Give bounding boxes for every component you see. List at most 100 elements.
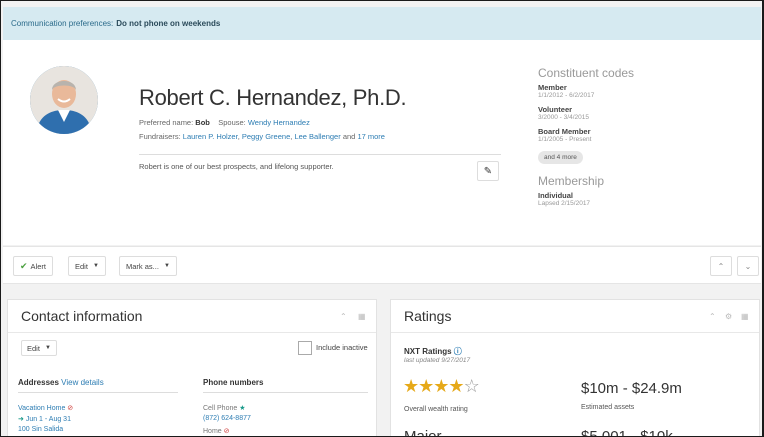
chevron-down-icon: ⌄ xyxy=(744,261,752,271)
and-text: and xyxy=(342,132,356,141)
star-icon: ★ xyxy=(418,376,434,396)
spouse-label: Spouse: xyxy=(218,118,246,127)
edit-dropdown-button[interactable]: Edit ▼ xyxy=(68,256,106,276)
caret-down-icon: ▼ xyxy=(44,345,51,351)
address-type: Vacation Home xyxy=(18,405,66,412)
panel-divider xyxy=(391,332,759,333)
edit-label: Edit xyxy=(75,261,88,271)
contact-panel-title: Contact information xyxy=(21,308,143,324)
edit-note-button[interactable]: ✎ xyxy=(477,161,499,181)
communication-banner: Communication preferences: Do not phone … xyxy=(3,7,761,40)
previous-record-button[interactable]: ⌃ xyxy=(710,256,732,276)
constituent-name: Robert C. Hernandez, Ph.D. xyxy=(139,85,407,110)
inactive-icon: ⊘ xyxy=(223,428,230,435)
membership-status: Lapsed 2/15/2017 xyxy=(538,200,591,207)
phones-heading: Phone numbers xyxy=(203,378,264,387)
addresses-underline xyxy=(18,392,178,393)
constituent-note: Robert is one of our best prospects, and… xyxy=(139,162,334,171)
nxt-updated: last updated 9/27/2017 xyxy=(404,357,471,364)
star-icon: ★ xyxy=(239,405,246,412)
code-dates: 3/2000 - 3/4/2015 xyxy=(538,114,589,121)
code-name: Volunteer xyxy=(538,105,573,114)
star-icon: ★ xyxy=(448,376,464,396)
preferred-label: Preferred name: xyxy=(139,118,194,127)
star-outline-icon: ☆ xyxy=(463,376,480,396)
code-item: Member 1/1/2012 - 6/2/2017 xyxy=(538,83,738,99)
contact-edit-label: Edit xyxy=(27,343,40,353)
address-line[interactable]: 100 Sin Salida xyxy=(18,426,63,433)
checkmark-icon: ✔ xyxy=(20,260,28,271)
note-divider xyxy=(139,154,501,155)
collapse-icon[interactable]: ⌃ xyxy=(340,312,347,321)
arrow-icon: ➜ xyxy=(18,416,24,423)
membership-heading: Membership xyxy=(538,174,605,188)
alert-button[interactable]: ✔ Alert xyxy=(13,256,53,276)
ratings-panel: Ratings ⌃ ⚙ ▦ NXT Ratings ⓘ last updated… xyxy=(390,299,760,437)
next-record-button[interactable]: ⌄ xyxy=(737,256,759,276)
phone-number[interactable]: (872) 624-8877 xyxy=(203,415,251,422)
code-dates: 1/1/2005 - Present xyxy=(538,136,592,143)
fundraiser-link-2[interactable]: Peggy Greene xyxy=(242,132,290,141)
preferred-value: Bob xyxy=(195,118,210,127)
address-type-row[interactable]: Vacation Home ⊘ xyxy=(18,404,73,412)
grid-icon[interactable]: ▦ xyxy=(358,312,366,321)
avatar xyxy=(30,66,98,134)
contact-edit-dropdown[interactable]: Edit ▼ xyxy=(21,340,57,356)
fundraiser-link-1[interactable]: Lauren P. Holzer xyxy=(183,132,238,141)
constituent-codes-heading: Constituent codes xyxy=(538,66,635,80)
include-inactive-checkbox[interactable] xyxy=(298,341,312,355)
caret-down-icon: ▼ xyxy=(92,263,99,269)
include-inactive-label: Include inactive xyxy=(316,343,368,352)
code-name: Board Member xyxy=(538,127,591,136)
code-name: Member xyxy=(538,83,567,92)
contact-information-panel: Contact information ⌃ ▦ Edit ▼ Include i… xyxy=(7,299,377,436)
info-icon[interactable]: ⓘ xyxy=(454,347,462,356)
phones-underline xyxy=(203,392,368,393)
gear-icon[interactable]: ⚙ xyxy=(725,312,732,321)
nxt-ratings-heading: NXT Ratings ⓘ xyxy=(404,347,462,356)
membership-type: Individual xyxy=(538,191,574,200)
address-dates-row: ➜ Jun 1 - Aug 31 xyxy=(18,415,71,423)
more-fundraisers-link[interactable]: 17 more xyxy=(357,132,385,141)
mark-as-dropdown-button[interactable]: Mark as... ▼ xyxy=(119,256,177,276)
phone-type-row-2: Home ⊘ xyxy=(203,427,230,435)
grid-icon[interactable]: ▦ xyxy=(741,312,749,321)
app-frame: Communication preferences: Do not phone … xyxy=(0,0,764,437)
alert-label: Alert xyxy=(30,261,46,271)
phone-type: Cell Phone xyxy=(203,405,238,412)
chevron-up-icon: ⌃ xyxy=(717,261,725,271)
preferred-name-row: Preferred name: Bob Spouse: Wendy Hernan… xyxy=(139,118,310,127)
constituent-codes: Constituent codes Member 1/1/2012 - 6/2/… xyxy=(538,66,738,213)
addresses-heading: Addresses View details xyxy=(18,378,104,387)
spouse-link[interactable]: Wendy Hernandez xyxy=(248,118,310,127)
inactive-icon: ⊘ xyxy=(67,405,74,412)
collapse-icon[interactable]: ⌃ xyxy=(709,312,716,321)
caret-down-icon: ▼ xyxy=(163,263,170,269)
ratings-panel-title: Ratings xyxy=(404,308,452,324)
panel-divider xyxy=(8,332,376,333)
mark-as-label: Mark as... xyxy=(126,261,159,271)
banner-value: Do not phone on weekends xyxy=(116,19,221,28)
pencil-icon: ✎ xyxy=(483,165,493,177)
avatar-image xyxy=(30,66,98,134)
fundraisers-label: Fundraisers: xyxy=(139,132,181,141)
wealth-label: Overall wealth rating xyxy=(404,406,468,413)
profile-header: Robert C. Hernandez, Ph.D. Preferred nam… xyxy=(3,40,761,245)
more-codes-chip[interactable]: and 4 more xyxy=(538,151,583,164)
code-item: Board Member 1/1/2005 - Present xyxy=(538,127,738,143)
view-details-link[interactable]: View details xyxy=(61,378,104,387)
address-dates: Jun 1 - Aug 31 xyxy=(25,416,71,423)
code-dates: 1/1/2012 - 6/2/2017 xyxy=(538,92,595,99)
major-label: Major xyxy=(404,428,442,437)
major-value: $5,001 - $10k xyxy=(581,428,673,437)
phone-type-2: Home xyxy=(203,428,222,435)
assets-value: $10m - $24.9m xyxy=(581,380,682,397)
phone-type-row: Cell Phone ★ xyxy=(203,404,245,412)
assets-label: Estimated assets xyxy=(581,404,635,411)
action-toolbar: ✔ Alert Edit ▼ Mark as... ▼ ⌃ ⌄ xyxy=(3,246,761,284)
code-item: Volunteer 3/2000 - 3/4/2015 xyxy=(538,105,738,121)
fundraisers-row: Fundraisers: Lauren P. Holzer, Peggy Gre… xyxy=(139,132,385,141)
fundraiser-link-3[interactable]: Lee Ballenger xyxy=(294,132,340,141)
wealth-stars: ★★★★☆ xyxy=(403,376,480,397)
star-icon: ★ xyxy=(433,376,449,396)
